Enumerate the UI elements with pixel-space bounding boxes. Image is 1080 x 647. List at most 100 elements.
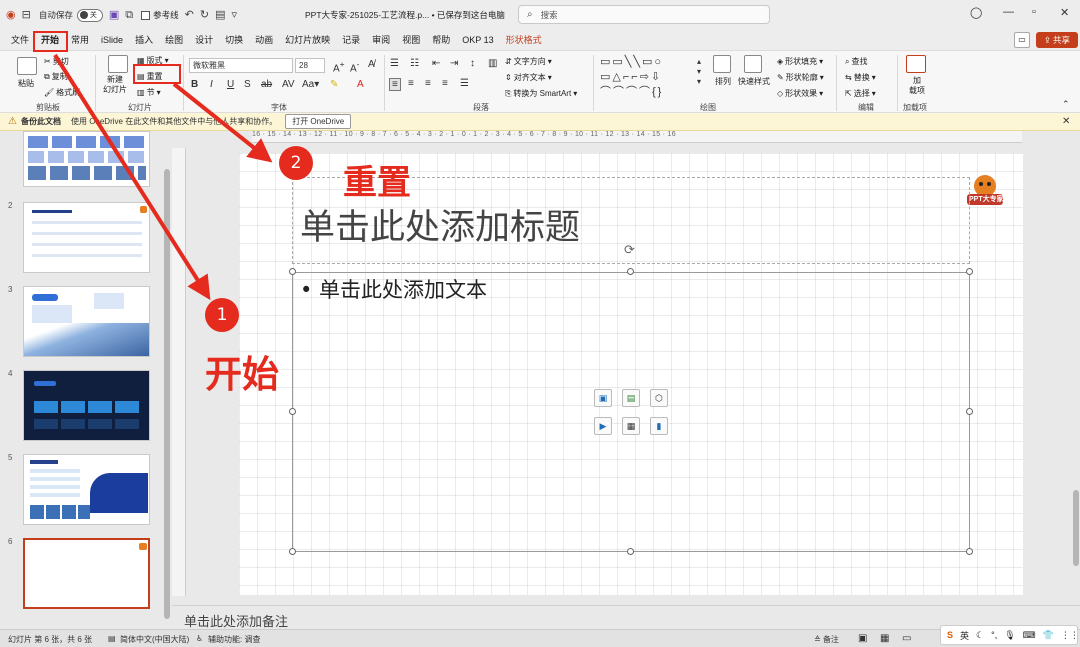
resize-handle[interactable] — [289, 548, 296, 555]
shape-outline-button[interactable]: ✎ 形状轮廓 ▾ — [777, 72, 824, 83]
document-title[interactable]: PPT大专家-251025-工艺流程.p... • 已保存到这台电脑 — [305, 9, 505, 21]
punctuation-icon[interactable]: °, — [991, 630, 997, 640]
toolbox-icon[interactable]: ⋮⋮ — [1061, 630, 1079, 641]
shapes-gallery[interactable]: ▭▭╲╲▭○ ▭△⌐⌐⇨⇩ ⌒⌒⌒⌒{} — [600, 55, 695, 100]
tab-slideshow[interactable]: 幻灯片放映 — [279, 30, 336, 50]
thumbnail-scrollbar[interactable] — [164, 169, 170, 619]
section-button[interactable]: ▥ 节 ▾ — [137, 87, 161, 98]
new-slide-button[interactable]: 新建 幻灯片 — [103, 75, 127, 95]
insert-video-icon[interactable]: ▶ — [594, 417, 612, 435]
change-case-icon[interactable]: Aa▾ — [302, 79, 319, 90]
decrease-indent-icon[interactable]: ⇤ — [432, 58, 440, 69]
save-icon[interactable]: ▣ — [109, 8, 119, 22]
content-placeholder[interactable] — [292, 272, 970, 552]
present-icon[interactable]: ▤ — [215, 8, 225, 22]
shape-effects-button[interactable]: ◇ 形状效果 ▾ — [777, 88, 823, 99]
addins-button[interactable]: 加 载项 — [909, 76, 925, 96]
quick-styles-icon[interactable] — [744, 55, 762, 73]
insert-3d-model-icon[interactable]: ⬡ — [650, 389, 668, 407]
microphone-icon[interactable]: 🎙 — [1004, 630, 1015, 641]
undo-icon[interactable]: ↶ — [185, 8, 194, 22]
guides-checkbox[interactable]: 参考线 — [133, 9, 179, 21]
slide-thumbnail-4[interactable] — [23, 370, 150, 441]
text-direction-button[interactable]: ⇵ 文字方向 ▾ — [505, 56, 552, 67]
moon-icon[interactable]: ☾ — [976, 630, 984, 641]
increase-font-icon[interactable]: A+ — [333, 59, 345, 74]
addins-icon[interactable] — [906, 55, 926, 73]
tab-okp[interactable]: OKP 13 — [456, 30, 499, 50]
checkbox-icon[interactable] — [141, 10, 151, 20]
resize-handle[interactable] — [966, 548, 973, 555]
numbering-icon[interactable]: ☷ — [410, 58, 419, 69]
share-button[interactable]: ⇪ 共享 — [1036, 32, 1078, 48]
slide-thumbnail-2[interactable] — [23, 202, 150, 273]
insert-stock-image-icon[interactable]: ▤ — [622, 389, 640, 407]
tab-animations[interactable]: 动画 — [249, 30, 279, 50]
customize-icon[interactable]: ▿ — [231, 8, 237, 22]
new-slide-icon[interactable] — [108, 55, 128, 73]
paste-button[interactable]: 粘贴 — [18, 78, 34, 89]
collapse-ribbon-icon[interactable]: ⌃ — [1062, 99, 1070, 110]
slide-thumbnail-5[interactable] — [23, 454, 150, 525]
bold-icon[interactable]: B — [191, 79, 198, 90]
tab-draw[interactable]: 绘图 — [159, 30, 189, 50]
copy-button[interactable]: ⧉ 复制 — [44, 71, 68, 82]
smartart-button[interactable]: ⎘ 转换为 SmartArt ▾ — [505, 88, 577, 99]
account-avatar-icon[interactable]: ◯ — [970, 6, 982, 19]
replace-button[interactable]: ⇆ 替换 ▾ — [845, 72, 876, 83]
arrange-icon[interactable] — [713, 55, 731, 73]
font-color-icon[interactable]: A — [357, 79, 364, 90]
tab-design[interactable]: 设计 — [189, 30, 219, 50]
spellcheck-icon[interactable]: ▤ — [108, 634, 116, 643]
resize-handle[interactable] — [966, 408, 973, 415]
tab-file[interactable]: 文件 — [5, 30, 35, 50]
insert-picture-icon[interactable]: ▣ — [594, 389, 612, 407]
slide-sorter-icon[interactable]: ▦ — [880, 633, 889, 644]
clear-format-icon[interactable]: A̸ — [368, 59, 375, 70]
cut-button[interactable]: ✂ 剪切 — [44, 56, 69, 67]
close-icon[interactable]: ✕ — [1062, 116, 1070, 127]
reading-view-icon[interactable]: ▭ — [902, 633, 911, 644]
tab-shape-format[interactable]: 形状格式 — [500, 30, 548, 50]
resize-handle[interactable] — [627, 268, 634, 275]
font-name-select[interactable]: 微软雅黑 — [189, 58, 293, 73]
notes-placeholder[interactable]: 单击此处添加备注 — [184, 611, 288, 630]
tab-review[interactable]: 审阅 — [366, 30, 396, 50]
resize-handle[interactable] — [966, 268, 973, 275]
keyboard-icon[interactable]: ⌨ — [1023, 630, 1036, 641]
select-button[interactable]: ⇱ 选择 ▾ — [845, 88, 876, 99]
distributed-icon[interactable]: ☰ — [460, 78, 469, 89]
increase-indent-icon[interactable]: ⇥ — [450, 58, 458, 69]
resize-handle[interactable] — [627, 548, 634, 555]
shadow-icon[interactable]: S — [244, 79, 251, 90]
ime-mode[interactable]: 英 — [960, 629, 969, 642]
decrease-font-icon[interactable]: A- — [350, 59, 359, 74]
spacing-icon[interactable]: AV — [282, 79, 295, 90]
bullets-icon[interactable]: ☰ — [390, 58, 399, 69]
slide-thumbnail-6[interactable] — [23, 538, 150, 609]
columns-icon[interactable]: ▥ — [488, 58, 497, 69]
find-button[interactable]: ⌕ 查找 — [845, 56, 867, 67]
rotate-handle-icon[interactable]: ⟳ — [624, 242, 635, 258]
align-left-icon[interactable]: ≡ — [389, 78, 401, 91]
underline-icon[interactable]: U — [227, 79, 234, 90]
paste-icon[interactable] — [17, 57, 37, 75]
slide-thumbnail-3[interactable] — [23, 286, 150, 357]
tab-record[interactable]: 记录 — [336, 30, 366, 50]
strikethrough-icon[interactable]: ab — [261, 79, 272, 90]
open-onedrive-button[interactable]: 打开 OneDrive — [285, 114, 352, 129]
tab-transitions[interactable]: 切换 — [219, 30, 249, 50]
minimize-icon[interactable]: — — [1003, 6, 1014, 18]
normal-view-icon[interactable]: ▣ — [858, 633, 867, 644]
line-spacing-icon[interactable]: ↕ — [470, 58, 475, 69]
pin-icon[interactable]: ⊟ — [22, 8, 31, 22]
notes-toggle[interactable]: ≙ 备注 — [814, 634, 839, 645]
justify-icon[interactable]: ≡ — [442, 78, 448, 89]
autosave-toggle[interactable]: 关 — [76, 8, 103, 22]
comment-icon[interactable]: ▭ — [1014, 32, 1030, 48]
title-placeholder-text[interactable]: 单击此处添加标题 — [300, 199, 580, 250]
editor-scrollbar[interactable] — [1073, 490, 1079, 566]
tab-insert[interactable]: 插入 — [129, 30, 159, 50]
copy-icon[interactable]: ⧉ — [125, 8, 133, 22]
resize-handle[interactable] — [289, 268, 296, 275]
